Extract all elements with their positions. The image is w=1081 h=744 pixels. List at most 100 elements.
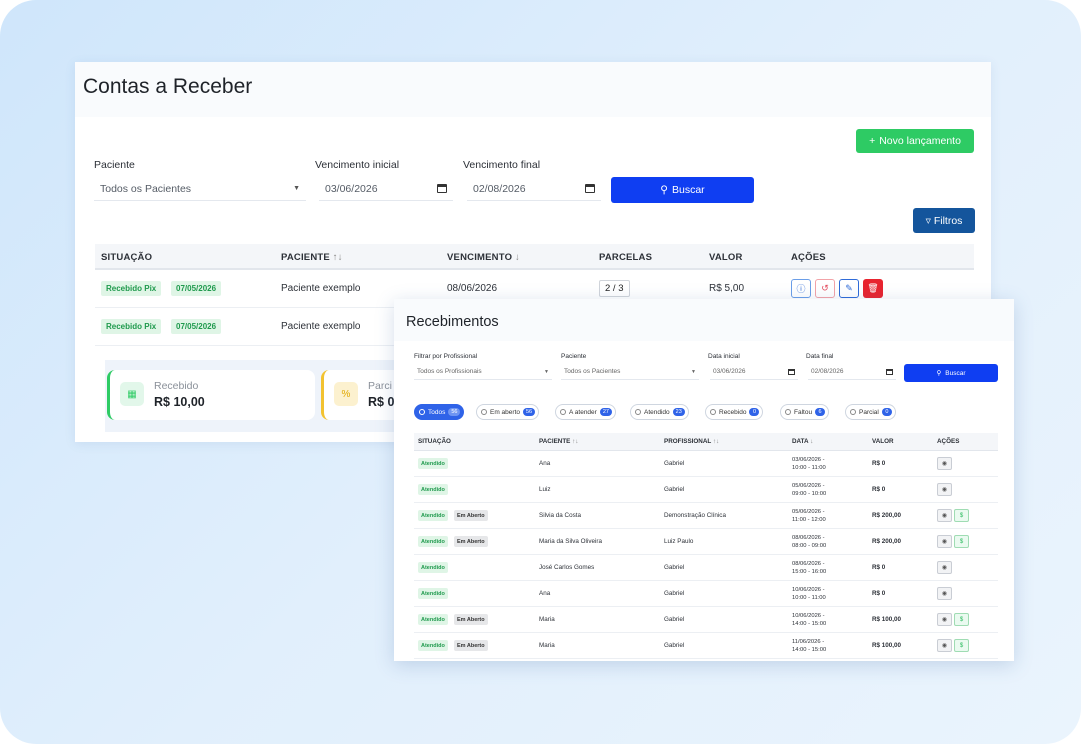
valor-cell: R$ 0 — [872, 590, 886, 597]
sort-icon: ↑↓ — [712, 438, 720, 445]
col-vencimento[interactable]: VENCIMENTO ↓ — [447, 252, 520, 263]
undo-icon[interactable]: ↺ — [815, 279, 835, 298]
view-icon[interactable]: ◉ — [937, 561, 952, 574]
status-badge: Atendido — [418, 640, 448, 651]
calendar-icon: ▦ — [120, 382, 144, 406]
filtros-button[interactable]: ▿ Filtros — [913, 208, 975, 233]
col-paciente[interactable]: PACIENTE ↑↓ — [539, 438, 578, 445]
calendar-icon[interactable] — [437, 184, 447, 193]
col-paciente[interactable]: PACIENTE ↑↓ — [281, 252, 343, 263]
filter-chip-a-atender[interactable]: A atender 27 — [555, 404, 616, 420]
table-row[interactable]: Atendido Em Aberto Maria Gabriel 11/06/2026 … — [414, 633, 998, 659]
col-situacao: SITUAÇÃO — [418, 438, 451, 445]
profissional-cell: Gabriel — [664, 460, 685, 467]
recebido-value: R$ 10,00 — [154, 395, 205, 409]
receive-icon[interactable]: $ — [954, 535, 969, 548]
view-icon[interactable]: ◉ — [937, 509, 952, 522]
filter-icon: ▿ — [925, 214, 931, 227]
filter-chip-faltou[interactable]: Faltou 6 — [780, 404, 830, 420]
parcelas-cell: 2 / 3 — [599, 280, 630, 297]
chip-count: 0 — [881, 408, 892, 416]
col-paciente-label: PACIENTE — [281, 252, 330, 263]
sort-icon: ↑↓ — [572, 438, 579, 445]
paciente-select[interactable]: Todos os Pacientes ▼ — [94, 177, 306, 201]
novo-lancamento-button[interactable]: + Novo lançamento — [856, 129, 974, 153]
view-icon[interactable]: ◉ — [937, 587, 952, 600]
filter-chip-recebido[interactable]: Recebido 0 — [705, 404, 764, 420]
col-profissional[interactable]: PROFISSIONAL ↑↓ — [664, 438, 719, 445]
view-icon[interactable]: ◉ — [937, 535, 952, 548]
paciente-select-value: Todos os Pacientes — [100, 182, 192, 195]
table-row[interactable]: Atendido Luiz Gabriel 05/06/2026 - 09:00 - 1… — [414, 477, 998, 503]
chevron-down-icon: ▼ — [691, 368, 696, 375]
col-situacao[interactable]: SITUAÇÃO — [101, 252, 152, 263]
filter-chip-atendido[interactable]: Atendido 23 — [630, 404, 689, 420]
valor-cell: R$ 100,00 — [872, 642, 902, 649]
panel-header: Recebimentos — [394, 299, 1014, 341]
vencimento-inicial-label: Vencimento inicial — [315, 159, 400, 171]
calendar-icon[interactable] — [886, 368, 893, 375]
sort-down-icon: ↓ — [515, 252, 520, 263]
profissional-select[interactable]: Todos os Profissionais ▼ — [414, 364, 552, 380]
filter-chip-todos[interactable]: Todos 56 — [414, 404, 465, 420]
chip-label: A atender — [569, 408, 597, 416]
paciente-label: Paciente — [94, 159, 135, 171]
paciente-select[interactable]: Todos os Pacientes ▼ — [561, 364, 699, 380]
table-row[interactable]: Atendido Em Aberto Silvia da Costa Demonstr… — [414, 503, 998, 529]
vencimento-cell: 08/06/2026 — [447, 283, 498, 294]
receive-icon[interactable]: $ — [954, 613, 969, 626]
view-icon[interactable]: ◉ — [937, 613, 952, 626]
paciente-cell: Maria — [539, 616, 555, 623]
valor-cell: R$ 0 — [872, 460, 886, 467]
paciente-cell: Paciente exemplo — [281, 283, 361, 294]
profissional-cell: Demonstração Clínica — [664, 512, 726, 519]
col-paciente-label: PACIENTE — [539, 438, 571, 445]
parcial-value: R$ 0 — [368, 395, 395, 409]
valor-cell: R$ 0 — [872, 564, 886, 571]
vencimento-final-input[interactable]: 02/08/2026 — [467, 177, 601, 201]
recebimentos-panel: Recebimentos Filtrar por Profissional To… — [394, 299, 1014, 661]
chip-label: Faltou — [794, 408, 813, 416]
valor-cell: R$ 100,00 — [872, 616, 902, 623]
filter-chip-parcial[interactable]: Parcial 0 — [845, 404, 896, 420]
status-badge: Atendido — [418, 510, 448, 521]
data-time: 15:00 - 16:00 — [792, 569, 827, 575]
paciente-cell: Paciente exemplo — [281, 321, 361, 332]
calendar-icon[interactable] — [788, 368, 795, 375]
col-data[interactable]: DATA ↓ — [792, 438, 813, 445]
data-cell: 03/06/2026 - 10:00 - 11:00 — [792, 456, 826, 472]
profissional-cell: Gabriel — [664, 590, 685, 597]
data-time: 11:00 - 12:00 — [792, 517, 826, 523]
data-inicial-input[interactable]: 03/06/2026 — [710, 364, 798, 380]
receive-icon[interactable]: $ — [954, 509, 969, 522]
buscar-label: Buscar — [672, 184, 705, 196]
receive-icon[interactable]: $ — [954, 639, 969, 652]
data-final-input[interactable]: 02/08/2026 — [808, 364, 896, 380]
table-row[interactable]: Atendido Ana Gabriel 03/06/2026 - 10:00 - 11… — [414, 451, 998, 477]
data-time: 09:00 - 10:00 — [792, 491, 827, 497]
table-row[interactable]: Atendido Em Aberto Maria da Silva Oliveira… — [414, 529, 998, 555]
data-inicial-value: 03/06/2026 — [713, 368, 746, 375]
data-cell: 11/06/2026 - 14:00 - 15:00 — [792, 638, 826, 654]
vencimento-inicial-input[interactable]: 03/06/2026 — [319, 177, 453, 201]
profissional-cell: Gabriel — [664, 642, 685, 649]
trash-icon[interactable]: 🗑 — [863, 279, 883, 298]
edit-icon[interactable]: ✎ — [839, 279, 859, 298]
buscar-button[interactable]: ⚲ Buscar — [904, 364, 998, 382]
table-row[interactable]: Atendido Em Aberto Maria Gabriel 10/06/2026 … — [414, 607, 998, 633]
info-icon[interactable]: ⓘ — [791, 279, 811, 298]
filter-chip-em-aberto[interactable]: Em aberto 56 — [476, 404, 540, 420]
paciente-cell: Maria da Silva Oliveira — [539, 538, 602, 545]
calendar-icon[interactable] — [585, 184, 595, 193]
view-icon[interactable]: ◉ — [937, 483, 952, 496]
table-row[interactable]: Atendido Ana Gabriel 10/06/2026 - 10:00 - 11… — [414, 581, 998, 607]
chip-label: Recebido — [719, 408, 747, 416]
chip-label: Todos — [428, 408, 446, 416]
buscar-button[interactable]: ⚲ Buscar — [611, 177, 754, 203]
sort-down-icon: ↓ — [810, 438, 814, 445]
view-icon[interactable]: ◉ — [937, 639, 952, 652]
table-row[interactable]: Atendido José Carlos Gomes Gabriel 08/06/20… — [414, 555, 998, 581]
data-cell: 05/06/2026 - 09:00 - 10:00 — [792, 482, 826, 498]
view-icon[interactable]: ◉ — [937, 457, 952, 470]
data-date: 10/06/2026 - — [792, 613, 825, 619]
